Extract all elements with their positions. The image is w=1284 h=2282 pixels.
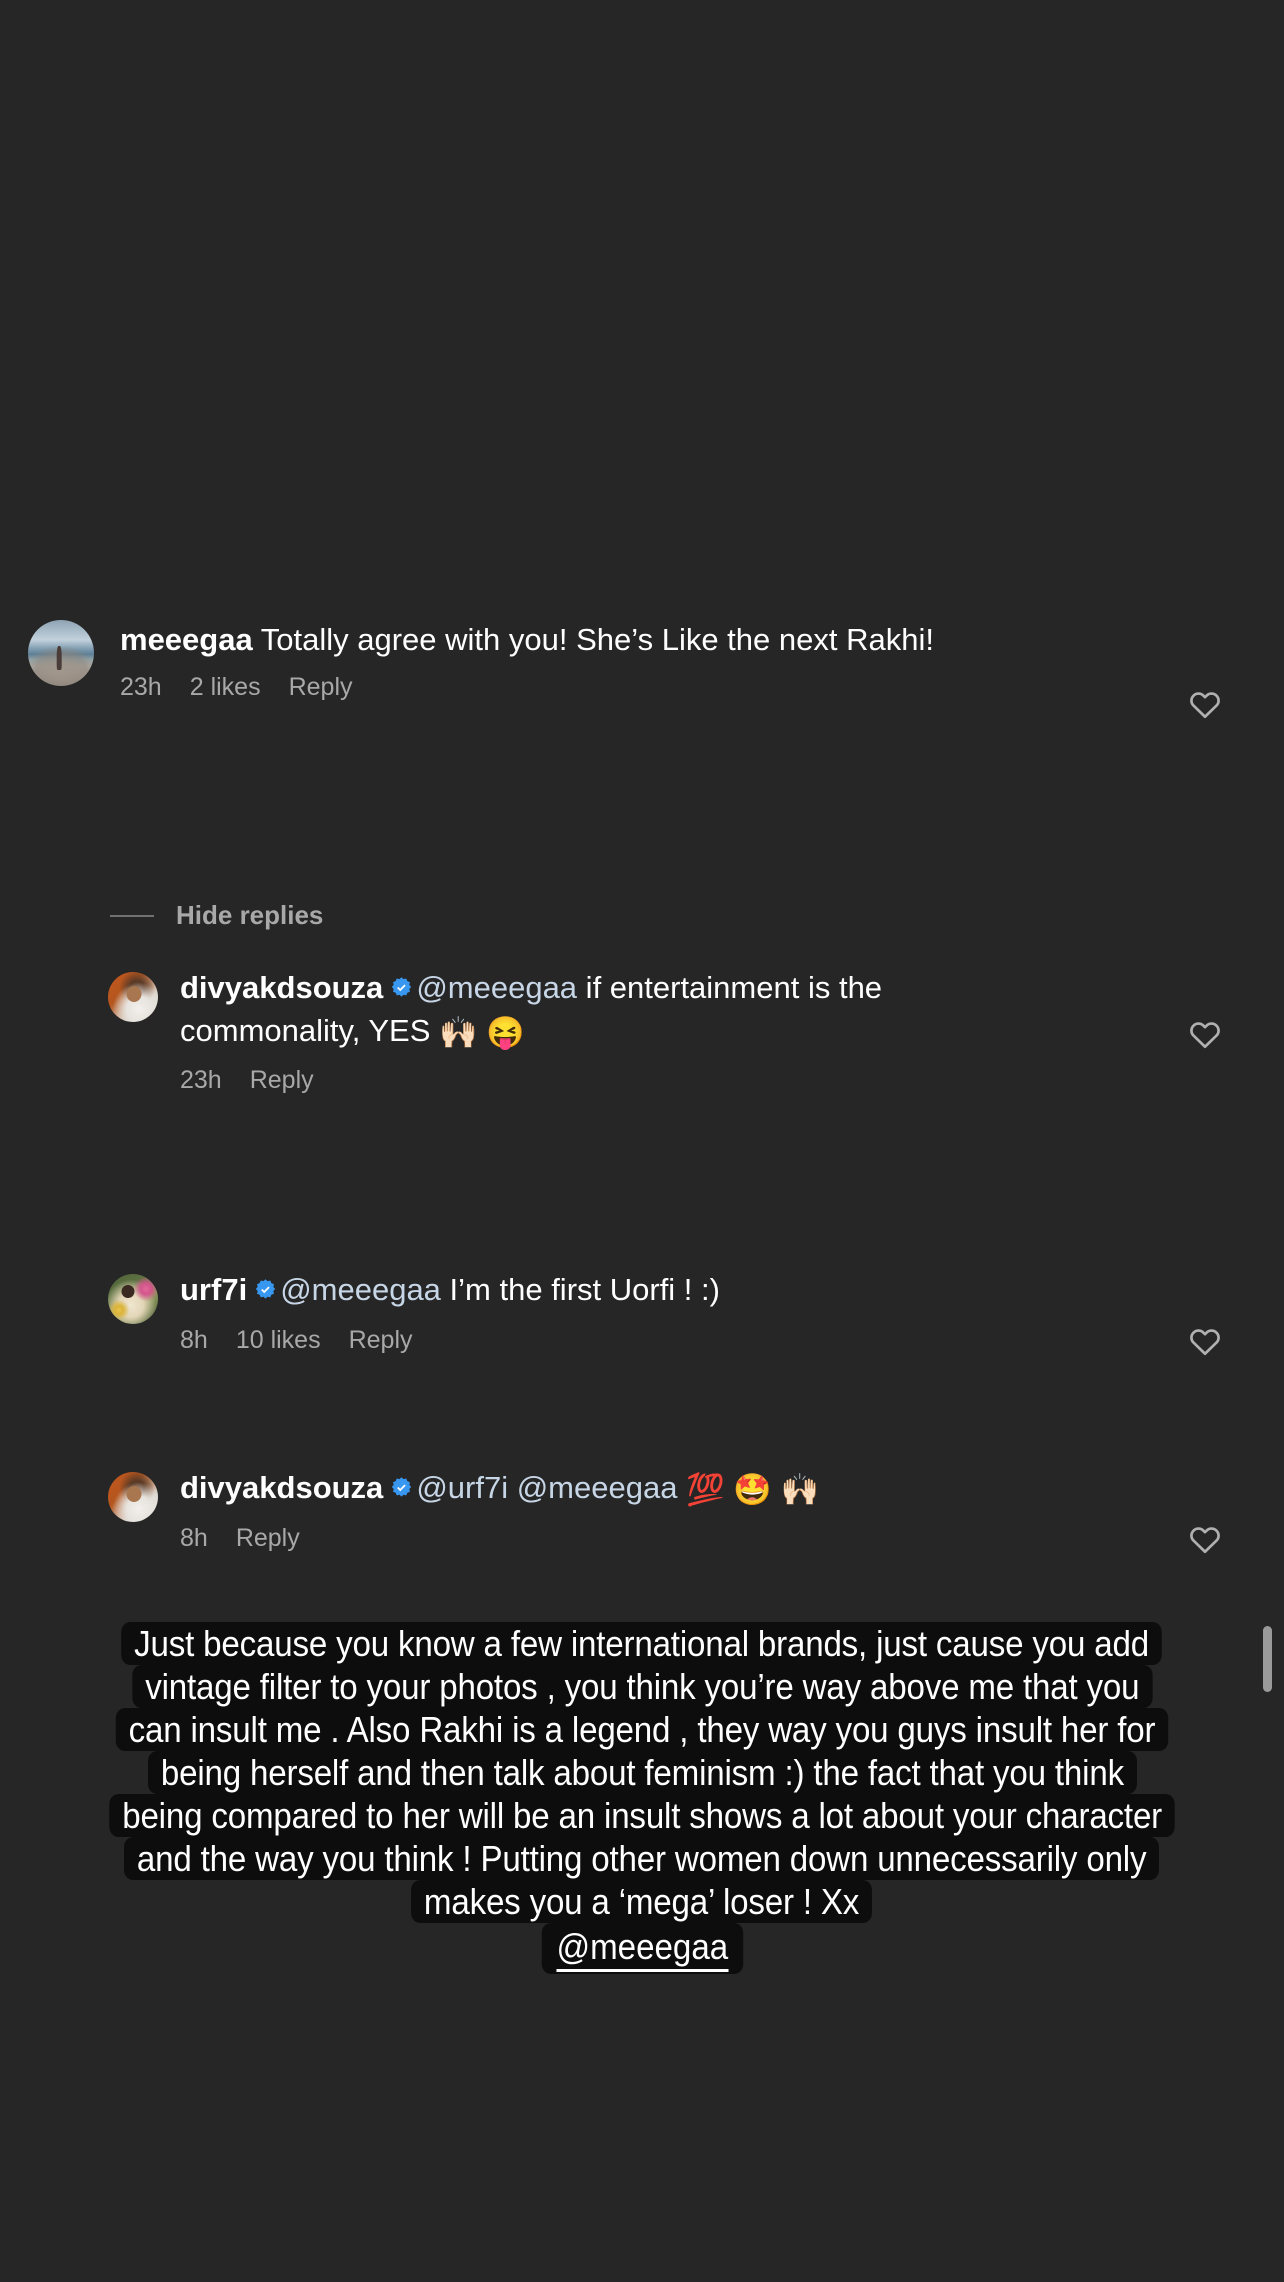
comment-item[interactable]: urf7i @meeegaa I’m the first Uorfi ! :) 8… — [108, 1270, 1068, 1355]
avatar[interactable] — [108, 972, 158, 1022]
comment-emoji: 🙌🏻 😝 — [439, 1015, 525, 1050]
comment-reply-button[interactable]: Reply — [250, 1065, 314, 1095]
comment-item[interactable]: divyakdsouza @urf7i @meeegaa 💯 🤩 🙌🏻 8h Re… — [108, 1468, 1068, 1553]
comment-text: divyakdsouza @meeegaa if entertainment is… — [180, 968, 1068, 1053]
overlay-line: being herself and then talk about femini… — [147, 1751, 1137, 1794]
comment-likes[interactable]: 10 likes — [236, 1325, 321, 1355]
comment-timestamp: 23h — [120, 673, 162, 701]
comment-meta: 8h 10 likes Reply — [180, 1325, 1068, 1355]
comment-text: urf7i @meeegaa I’m the first Uorfi ! :) — [180, 1270, 1068, 1313]
comment-username[interactable]: divyakdsouza — [180, 1470, 383, 1505]
comment-username[interactable]: meeegaa — [120, 622, 253, 657]
comment-reply-button[interactable]: Reply — [289, 672, 353, 702]
comment-mention[interactable]: @meeegaa — [280, 1272, 441, 1307]
comment-body: Totally agree with you! She’s Like the n… — [252, 622, 934, 657]
avatar[interactable] — [28, 620, 94, 686]
comment-text: meeegaa Totally agree with you! She’s Li… — [120, 620, 1068, 660]
avatar[interactable] — [108, 1274, 158, 1324]
comment-meta: 23h Reply — [180, 1065, 1068, 1095]
comment-reply-button[interactable]: Reply — [236, 1523, 300, 1553]
comment-item[interactable]: meeegaa Totally agree with you! She’s Li… — [28, 620, 1068, 702]
overlay-line: vintage filter to your photos , you thin… — [132, 1665, 1152, 1708]
like-heart-icon[interactable] — [1188, 1523, 1222, 1557]
comment-mention[interactable]: @meeegaa — [416, 970, 577, 1005]
comment-body — [677, 1470, 686, 1505]
comment-timestamp: 23h — [180, 1066, 222, 1094]
verified-badge-icon — [389, 1471, 414, 1511]
comment-meta: 23h 2 likes Reply — [120, 672, 1068, 702]
comment-timestamp: 8h — [180, 1524, 208, 1552]
hide-replies-button[interactable]: Hide replies — [110, 900, 323, 931]
overlay-line: and the way you think ! Putting other wo… — [124, 1837, 1160, 1880]
comment-meta: 8h Reply — [180, 1523, 1068, 1553]
avatar[interactable] — [108, 1472, 158, 1522]
hide-replies-dash — [110, 914, 154, 917]
overlay-line: can insult me . Also Rakhi is a legend ,… — [115, 1708, 1169, 1751]
comment-text: divyakdsouza @urf7i @meeegaa 💯 🤩 🙌🏻 — [180, 1468, 1068, 1511]
comment-emoji: 💯 🤩 🙌🏻 — [686, 1472, 820, 1507]
comment-username[interactable]: divyakdsouza — [180, 970, 383, 1005]
comment-mention[interactable]: @urf7i @meeegaa — [416, 1470, 677, 1505]
comment-item[interactable]: divyakdsouza @meeegaa if entertainment is… — [108, 968, 1068, 1095]
comment-timestamp: 8h — [180, 1326, 208, 1354]
overlay-line: being compared to her will be an insult … — [109, 1794, 1175, 1837]
comment-body: I’m the first Uorfi ! :) — [440, 1272, 720, 1307]
overlay-line: Just because you know a few internationa… — [121, 1622, 1163, 1665]
comment-likes[interactable]: 2 likes — [190, 672, 261, 702]
story-text-overlay: Just because you know a few internationa… — [0, 1622, 1284, 1974]
comment-username[interactable]: urf7i — [180, 1272, 247, 1307]
overlay-line: makes you a ‘mega’ loser ! Xx — [411, 1880, 873, 1923]
verified-badge-icon — [389, 971, 414, 1011]
overlay-mention-tag[interactable]: @meeegaa — [541, 1923, 743, 1974]
like-heart-icon[interactable] — [1188, 688, 1222, 722]
overlay-mention-label: @meeegaa — [556, 1926, 728, 1972]
like-heart-icon[interactable] — [1188, 1018, 1222, 1052]
comment-reply-button[interactable]: Reply — [349, 1325, 413, 1355]
like-heart-icon[interactable] — [1188, 1325, 1222, 1359]
hide-replies-label: Hide replies — [176, 900, 324, 930]
verified-badge-icon — [253, 1273, 278, 1313]
